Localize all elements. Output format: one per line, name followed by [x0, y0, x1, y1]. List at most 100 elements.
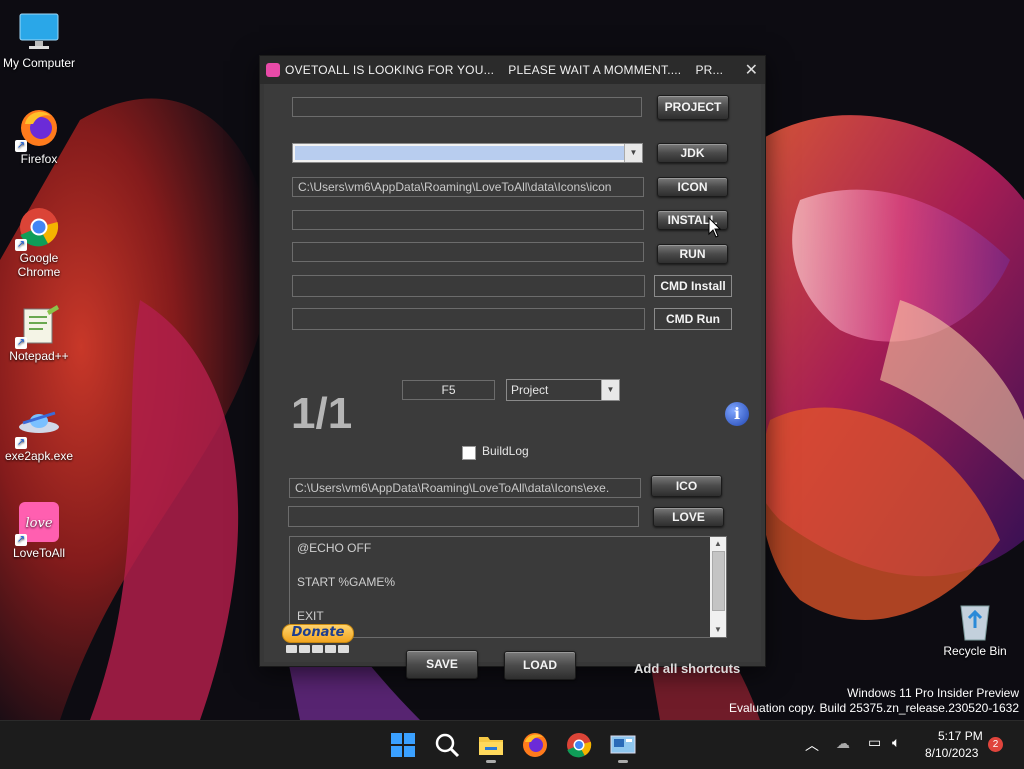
love-path-field[interactable]	[288, 506, 639, 527]
taskbar-chrome[interactable]	[565, 731, 593, 759]
lovetoall-window: OVETOALL IS LOOKING FOR YOU... PLEASE WA…	[259, 55, 766, 680]
load-button[interactable]: LOAD	[504, 651, 576, 680]
mode-select-value: Project	[511, 383, 549, 397]
taskbar: ︿ ☁ ▭ 🔈︎ 5:17 PM 8/10/2023 2	[0, 720, 1024, 769]
start-button[interactable]	[389, 731, 417, 759]
volume-icon[interactable]: 🔈︎	[892, 734, 900, 751]
save-button[interactable]: SAVE	[406, 650, 478, 679]
script-textarea[interactable]: @ECHO OFF START %GAME% EXIT ▲ ▼	[289, 536, 727, 638]
scroll-down-arrow-icon[interactable]: ▼	[710, 623, 726, 637]
chevron-up-icon[interactable]: ︿	[805, 735, 819, 755]
desktop-icon-label: LoveToAll	[12, 546, 66, 560]
firefox-icon: ↗	[15, 106, 61, 152]
jdk-select-value	[295, 146, 624, 160]
recycle-bin-icon	[953, 598, 997, 642]
desktop-icon-exe2apk[interactable]: ↗ exe2apk.exe	[1, 403, 77, 463]
mouse-cursor-icon	[708, 217, 722, 238]
icon-path-field[interactable]: C:\Users\vm6\AppData\Roaming\LoveToAll\d…	[292, 177, 644, 197]
taskbar-file-explorer[interactable]	[477, 731, 505, 763]
windows-logo-icon	[391, 733, 415, 757]
payment-cards-icon	[282, 645, 352, 653]
desktop-icon-label: Notepad++	[9, 349, 69, 363]
shortcut-arrow-icon: ↗	[15, 437, 27, 449]
desktop-icon-chrome[interactable]: ↗ Google Chrome	[1, 205, 77, 279]
firefox-icon	[523, 733, 547, 757]
close-button[interactable]: ✕	[745, 60, 758, 80]
project-button[interactable]: PROJECT	[657, 95, 729, 120]
shortcut-arrow-icon: ↗	[15, 534, 27, 546]
ufo-icon: ↗	[15, 403, 61, 449]
network-icon[interactable]: ▭	[868, 734, 881, 751]
desktop-icon-label: My Computer	[2, 56, 76, 70]
add-all-shortcuts-link[interactable]: Add all shortcuts	[634, 661, 740, 676]
cmd-install-field[interactable]	[292, 275, 645, 297]
search-button[interactable]	[433, 731, 461, 759]
running-indicator	[486, 760, 496, 763]
onedrive-cloud-icon[interactable]: ☁	[836, 735, 850, 752]
search-icon	[435, 733, 460, 758]
folder-icon	[479, 737, 503, 755]
app-love-icon	[266, 63, 280, 77]
install-path-field[interactable]	[292, 210, 644, 230]
chevron-down-icon[interactable]: ▼	[624, 144, 642, 162]
svg-text:love: love	[25, 516, 52, 531]
shortcut-arrow-icon: ↗	[15, 337, 27, 349]
system-tray: ︿ ☁ ▭ 🔈︎ 5:17 PM 8/10/2023 2	[800, 721, 1024, 769]
love-icon: love ↗	[15, 500, 61, 546]
run-path-field[interactable]	[292, 242, 644, 262]
cmd-run-button[interactable]: CMD Run	[654, 308, 732, 330]
scroll-thumb[interactable]	[712, 551, 725, 611]
running-indicator	[618, 760, 628, 763]
page-counter: 1/1	[291, 389, 353, 438]
clock-date[interactable]: 8/10/2023	[925, 746, 978, 760]
donate-label: Donate	[282, 624, 354, 643]
icon-button[interactable]: ICON	[657, 177, 728, 197]
run-button[interactable]: RUN	[657, 244, 728, 264]
taskbar-active-app[interactable]	[609, 731, 637, 763]
love-button[interactable]: LOVE	[653, 507, 724, 527]
window-body: PROJECT ▼ JDK C:\Users\vm6\AppData\Roami…	[264, 84, 761, 680]
info-icon[interactable]: i	[725, 402, 749, 426]
desktop-icon-my-computer[interactable]: My Computer	[1, 10, 77, 70]
vertical-scrollbar[interactable]: ▲ ▼	[710, 537, 726, 637]
desktop-icon-firefox[interactable]: ↗ Firefox	[1, 106, 77, 166]
taskbar-firefox[interactable]	[521, 731, 549, 759]
desktop-icon-recycle-bin[interactable]: Recycle Bin	[937, 598, 1013, 658]
script-line: START %GAME%	[297, 575, 396, 589]
cmd-install-button[interactable]: CMD Install	[654, 275, 732, 297]
ico-button[interactable]: ICO	[651, 475, 722, 497]
donate-button[interactable]: Donate	[282, 624, 354, 656]
project-path-field[interactable]	[292, 97, 642, 117]
desktop-icon-notepadpp[interactable]: ↗ Notepad++	[1, 303, 77, 363]
desktop-icon-label: Google Chrome	[17, 251, 61, 279]
buildlog-label: BuildLog	[482, 444, 529, 458]
shortcut-arrow-icon: ↗	[15, 140, 27, 152]
monitor-icon	[17, 10, 61, 54]
buildlog-checkbox[interactable]	[462, 446, 476, 460]
script-line: @ECHO OFF	[297, 541, 372, 555]
cmd-run-field[interactable]	[292, 308, 645, 330]
window-title: OVETOALL IS LOOKING FOR YOU... PLEASE WA…	[285, 63, 724, 77]
windows-watermark-line1: Windows 11 Pro Insider Preview	[847, 686, 1019, 700]
desktop-icon-label: Recycle Bin	[943, 644, 1007, 658]
notification-badge[interactable]: 2	[988, 737, 1003, 752]
chevron-down-icon[interactable]: ▼	[601, 380, 619, 400]
mode-select[interactable]: Project ▼	[506, 379, 620, 401]
jdk-select[interactable]: ▼	[292, 143, 643, 163]
scroll-up-arrow-icon[interactable]: ▲	[710, 537, 726, 551]
ico-path-field[interactable]: C:\Users\vm6\AppData\Roaming\LoveToAll\d…	[289, 478, 641, 498]
desktop-icon-lovetoall[interactable]: love ↗ LoveToAll	[1, 500, 77, 560]
chrome-icon	[567, 733, 592, 758]
shortcut-arrow-icon: ↗	[15, 239, 27, 251]
clock-time[interactable]: 5:17 PM	[938, 729, 983, 743]
hotkey-field[interactable]: F5	[402, 380, 495, 400]
app-window-icon	[610, 735, 636, 754]
desktop-icon-label: Firefox	[20, 152, 58, 166]
desktop-icon-label: exe2apk.exe	[4, 449, 74, 463]
windows-watermark-line2: Evaluation copy. Build 25375.zn_release.…	[729, 701, 1019, 715]
chrome-icon: ↗	[15, 205, 61, 251]
window-titlebar[interactable]: OVETOALL IS LOOKING FOR YOU... PLEASE WA…	[260, 56, 765, 84]
jdk-button[interactable]: JDK	[657, 143, 728, 163]
script-line: EXIT	[297, 609, 324, 623]
notepadpp-icon: ↗	[15, 303, 61, 349]
